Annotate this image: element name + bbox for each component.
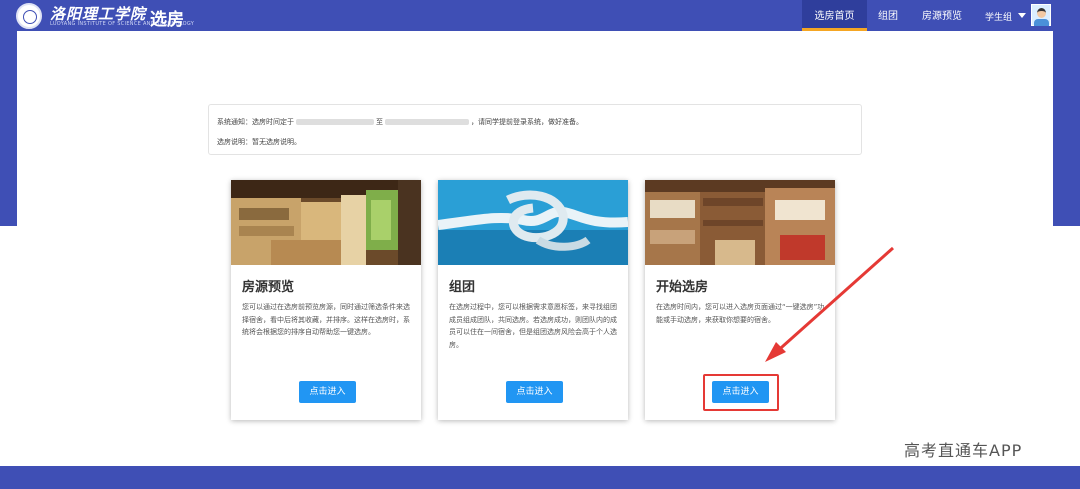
dorm-room-photo <box>231 180 421 265</box>
user-menu[interactable]: 学生组 <box>976 0 1080 31</box>
card-title: 房源预览 <box>242 280 295 295</box>
card-group: 组团 在选房过程中，您可以根据需求意愿标签，来寻找组团成员组成团队，共同选房。若… <box>438 180 628 420</box>
card-title: 组团 <box>449 280 476 295</box>
card-description: 在选房过程中，您可以根据需求意愿标签，来寻找组团成员组成团队，共同选房。若选房成… <box>449 303 617 349</box>
card-description: 在选房时间内，您可以进入选房页面通过“一键选房”功能或手动选房，来获取你想要的宿… <box>656 303 825 324</box>
redacted-start-time <box>296 119 374 125</box>
card-room-preview: 房源预览 您可以通过在选房前预览房源，同时通过筛选条件来选择宿舍，看中后将其收藏… <box>231 180 421 420</box>
tab-group[interactable]: 组团 <box>871 0 905 31</box>
footer-band <box>0 466 1080 489</box>
app-title: 选房 <box>150 10 184 30</box>
rope-knot-photo <box>438 180 628 265</box>
system-notice: 系统通知：选房时间定于至，请同学提前登录系统，做好准备。 选房说明：暂无选房说明… <box>208 104 862 155</box>
bunk-bed-room-photo <box>645 180 835 265</box>
notice-instructions: 选房说明：暂无选房说明。 <box>217 138 301 146</box>
avatar[interactable] <box>1031 4 1051 26</box>
card-description: 您可以通过在选房前预览房源，同时通过筛选条件来选择宿舍，看中后将其收藏，并排序。… <box>242 303 410 336</box>
tab-room-preview[interactable]: 房源预览 <box>914 0 970 31</box>
tab-housing-home[interactable]: 选房首页 <box>802 0 867 31</box>
card-title: 开始选房 <box>656 280 709 295</box>
enter-group-button[interactable]: 点击进入 <box>506 381 563 403</box>
enter-room-preview-button[interactable]: 点击进入 <box>299 381 356 403</box>
top-navbar: 洛阳理工学院 LUOYANG INSTITUTE OF SCIENCE AND … <box>0 0 1080 31</box>
user-name: 学生组 <box>985 13 1013 23</box>
caret-down-icon[interactable] <box>1018 13 1026 18</box>
school-seal-logo <box>16 3 42 29</box>
highlight-annotation-box <box>703 374 779 411</box>
redacted-end-time <box>385 119 469 125</box>
watermark: 高考直通车APP <box>904 441 1023 460</box>
notice-schedule: 系统通知：选房时间定于至，请同学提前登录系统，做好准备。 <box>217 118 583 126</box>
